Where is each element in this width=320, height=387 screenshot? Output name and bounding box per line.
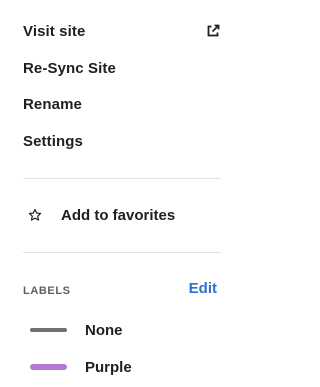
label-color-swatch — [30, 364, 67, 370]
visit-site-item[interactable]: Visit site — [23, 19, 221, 43]
label-color-swatch — [30, 328, 67, 332]
add-to-favorites-label: Add to favorites — [61, 206, 176, 224]
label-item-purple[interactable]: Purple — [30, 355, 132, 379]
visit-site-label: Visit site — [23, 22, 86, 40]
star-outline-icon — [28, 208, 42, 222]
rename-label: Rename — [23, 95, 82, 113]
label-item-none[interactable]: None — [30, 318, 123, 342]
labels-section-header: LABELS — [23, 285, 71, 297]
add-to-favorites-item[interactable]: Add to favorites — [28, 203, 175, 227]
label-name: Purple — [85, 358, 132, 376]
divider — [23, 178, 221, 179]
divider — [23, 252, 221, 253]
edit-labels-link[interactable]: Edit — [189, 280, 217, 297]
resync-site-label: Re-Sync Site — [23, 59, 116, 77]
settings-item[interactable]: Settings — [23, 129, 221, 153]
label-name: None — [85, 321, 123, 339]
resync-site-item[interactable]: Re-Sync Site — [23, 56, 221, 80]
settings-label: Settings — [23, 132, 83, 150]
external-link-icon[interactable] — [205, 23, 221, 39]
rename-item[interactable]: Rename — [23, 92, 221, 116]
site-actions-menu: Visit site Re-Sync Site Rename Settings … — [0, 0, 241, 387]
